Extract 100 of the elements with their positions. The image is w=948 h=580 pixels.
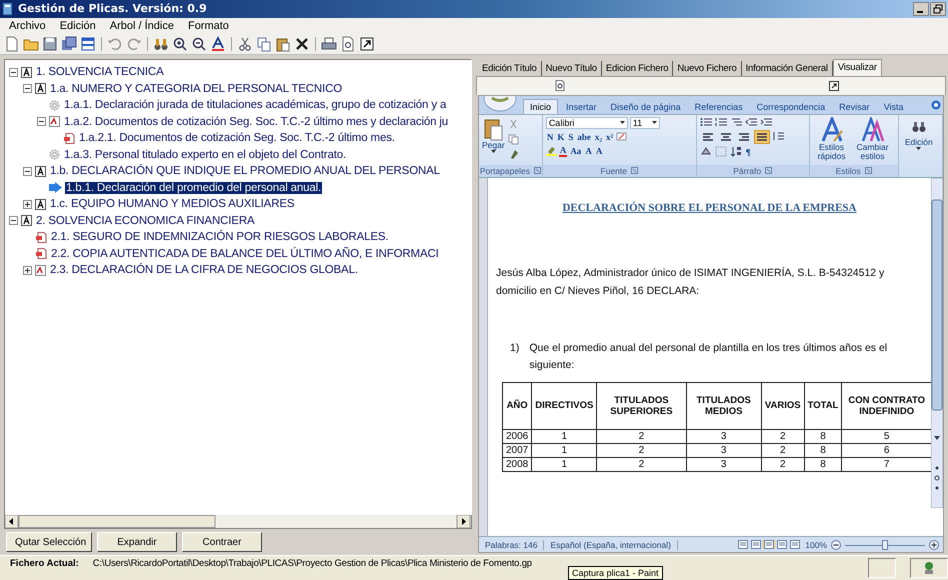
ribbon-tab[interactable]: Revisar	[833, 100, 876, 114]
alignment-button[interactable]	[754, 130, 770, 144]
tree-item[interactable]: 1.b.1. Declaración del promedio del personal anual.	[65, 182, 322, 194]
tree-button[interactable]: Qutar Selección	[6, 532, 92, 552]
font-color-button[interactable]: A	[558, 144, 568, 157]
help-icon[interactable]	[931, 100, 941, 110]
window-icon[interactable]	[80, 36, 96, 52]
change-case-button[interactable]: Aa	[569, 144, 582, 157]
tree-item[interactable]: 1.a.1. Declaración jurada de titulaciones académicas, grupo de cotización y a	[63, 99, 448, 112]
change-styles-button[interactable]: Cambiar estilos	[854, 116, 892, 161]
tree-item[interactable]: 1.a. NUMERO Y CATEGORIA DEL PERSONAL TECNICO	[49, 82, 344, 95]
decrease-indent-icon[interactable]	[744, 116, 758, 128]
format-button[interactable]: x²	[605, 130, 614, 143]
tree-item[interactable]: 1. SOLVENCIA TECNICA	[35, 66, 165, 78]
sort-icon[interactable]	[730, 146, 743, 158]
word-count: Palabras: 146	[479, 540, 544, 550]
zoom-out-icon[interactable]	[831, 540, 841, 550]
ribbon-tab[interactable]: Inicio	[523, 98, 558, 114]
shrink-font-button[interactable]: A	[594, 144, 604, 157]
view-button[interactable]	[737, 540, 750, 550]
horizontal-scrollbar[interactable]	[5, 515, 471, 528]
save-all-icon[interactable]	[61, 36, 77, 52]
dialog-launcher-icon[interactable]	[765, 167, 772, 174]
menu-item[interactable]: Archivo	[2, 20, 53, 32]
numbering-icon[interactable]	[714, 116, 728, 128]
zoom-in-icon[interactable]	[172, 36, 188, 52]
view-button[interactable]	[750, 540, 762, 550]
ribbon-tab[interactable]: Diseño de página	[604, 100, 687, 114]
menu-item[interactable]: Edición	[52, 20, 103, 32]
tree-item[interactable]: 2.1. SEGURO DE INDEMNIZACIÓN POR RIESGOS LABORALES.	[50, 231, 390, 244]
restore-icon[interactable]	[930, 2, 946, 16]
print-icon[interactable]	[321, 36, 337, 52]
tree-item[interactable]: 1.a.2.1. Documentos de cotización Seg. Soc. T.C.-2 último mes.	[78, 132, 396, 144]
zoom-slider-thumb[interactable]	[882, 540, 888, 550]
dialog-launcher-icon[interactable]	[534, 167, 541, 174]
format-button[interactable]: S	[567, 130, 574, 143]
expand-icon[interactable]	[23, 266, 32, 275]
font-color-icon[interactable]	[210, 36, 226, 52]
table-cell: 2	[596, 443, 686, 458]
view-button[interactable]	[789, 540, 802, 550]
tree-item[interactable]: 1.c. EQUIPO HUMANO Y MEDIOS AUXILIARES	[49, 198, 296, 210]
tree-button[interactable]: Contraer	[182, 532, 262, 552]
show-formatting-button[interactable]: ¶	[744, 146, 752, 158]
quick-styles-button[interactable]: Estilos rápidos	[812, 116, 851, 161]
page-preview-icon[interactable]	[555, 80, 565, 92]
tree-item[interactable]: 2.2. COPIA AUTENTICADA DE BALANCE DEL ÚLTIMO AÑO, E INFORMACI	[50, 248, 440, 260]
view-button[interactable]	[776, 540, 788, 550]
tree-item[interactable]: 1.a.3. Personal titulado experto en el objeto del Contrato.	[63, 148, 348, 161]
vertical-scrollbar[interactable]	[931, 178, 943, 508]
ribbon-tab[interactable]: Correspondencia	[750, 100, 832, 114]
tree-item[interactable]: 2. SOLVENCIA ECONOMICA FINANCIERA	[35, 214, 256, 227]
grow-font-button[interactable]: A	[584, 144, 593, 157]
multilevel-list-icon[interactable]	[730, 116, 743, 128]
copy-icon[interactable]	[256, 36, 272, 52]
tree-button[interactable]: Expandir	[97, 532, 177, 552]
highlighter-icon[interactable]	[546, 145, 557, 156]
shading-icon[interactable]	[700, 146, 713, 158]
increase-indent-icon[interactable]	[760, 116, 773, 128]
expand-icon[interactable]	[23, 200, 32, 209]
expand-window-icon[interactable]	[359, 36, 375, 52]
editing-button[interactable]: Edición	[902, 116, 936, 150]
ribbon-tab[interactable]: Vista	[878, 100, 910, 114]
dialog-launcher-icon[interactable]	[864, 167, 872, 174]
format-button[interactable]: K	[556, 130, 566, 143]
tree-item[interactable]: 1.a.2. Documentos de cotización Seg. Soc. T.C.-2 último mes y declaración ju	[63, 116, 450, 128]
page-view-icon	[790, 540, 800, 550]
font-name-field[interactable]: Calibri	[546, 116, 628, 129]
view-button[interactable]	[763, 540, 776, 550]
expand-window-icon[interactable]	[829, 80, 839, 91]
panel-tab[interactable]: Visualizar	[832, 58, 882, 76]
format-button[interactable]: N	[546, 130, 554, 143]
format-button[interactable]: abe	[576, 130, 592, 143]
zoom-out-icon[interactable]	[191, 36, 207, 52]
menu-item[interactable]: Arbol / Índice	[102, 20, 181, 32]
menu-item[interactable]: Formato	[180, 20, 236, 32]
collapse-icon[interactable]	[9, 68, 18, 77]
print-preview-icon[interactable]	[340, 36, 356, 52]
paste-icon[interactable]	[275, 36, 291, 52]
save-icon[interactable]	[42, 36, 58, 52]
clear-format-icon[interactable]	[616, 131, 628, 142]
collapse-icon[interactable]	[23, 84, 32, 94]
ribbon-tab[interactable]: Insertar	[560, 100, 603, 114]
collapse-icon[interactable]	[9, 216, 18, 226]
format-button[interactable]: x₂	[594, 130, 604, 143]
line-spacing-icon[interactable]	[772, 131, 785, 142]
collapse-icon[interactable]	[37, 117, 46, 126]
font-size-field[interactable]: 11	[630, 116, 660, 129]
ribbon-tab[interactable]: Referencias	[688, 100, 749, 114]
copy-icon[interactable]	[508, 134, 519, 145]
new-file-icon[interactable]	[4, 36, 20, 52]
tree-item[interactable]: 2.3. DECLARACIÓN DE LA CIFRA DE NEGOCIOS GLOBAL.	[49, 264, 359, 276]
bullets-icon[interactable]	[700, 116, 713, 128]
tree-item[interactable]: 1.b. DECLARACIÓN QUE INDIQUE EL PROMEDIO ANUAL DEL PERSONAL	[49, 165, 441, 178]
minimize-icon[interactable]	[913, 2, 929, 16]
cut-icon[interactable]	[237, 36, 253, 52]
zoom-in-icon[interactable]	[929, 540, 939, 550]
paste-button[interactable]: Pegar	[482, 116, 505, 153]
delete-icon[interactable]	[294, 36, 310, 52]
collapse-icon[interactable]	[23, 166, 32, 176]
dialog-launcher-icon[interactable]	[631, 167, 638, 174]
